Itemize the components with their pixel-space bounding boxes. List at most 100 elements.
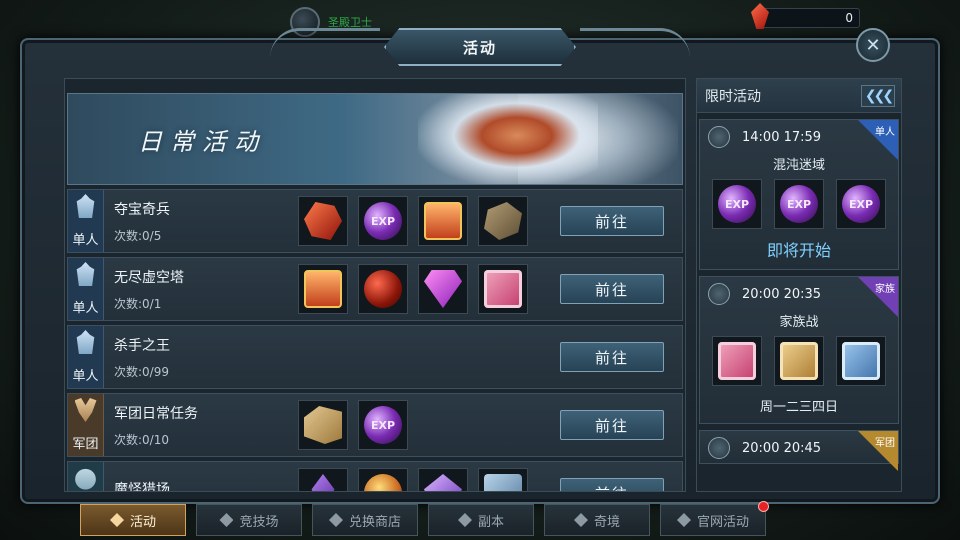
- reward-slot[interactable]: [298, 196, 348, 246]
- go-button[interactable]: 前往: [560, 410, 664, 440]
- reward-slot[interactable]: EXP: [774, 179, 824, 229]
- tab-label: 副本: [477, 514, 504, 530]
- type-label: 单人: [72, 233, 99, 248]
- daily-activity-panel: 日常活动 单人 夺宝奇兵 次数:0/5 EXP 前往 单人 无尽虚空塔 次数:0…: [64, 78, 686, 492]
- exp-orb-icon: EXP: [718, 185, 756, 223]
- amber-icon: [364, 474, 402, 491]
- card-days: 周一二三四日: [759, 400, 838, 415]
- bottom-tab-bar: 活动 竞技场 兑换商店 副本 奇境 官网活动: [80, 501, 769, 536]
- reward-slot[interactable]: [836, 336, 886, 386]
- reward-slot[interactable]: [478, 196, 528, 246]
- gold-gift-icon: [780, 342, 818, 380]
- reward-list: EXP: [298, 196, 528, 246]
- clock-icon: [708, 437, 730, 459]
- flower-icon: [109, 513, 124, 527]
- reward-list: EXP: [298, 400, 408, 450]
- tab-label: 兑换商店: [348, 514, 401, 530]
- activity-name: 魔怪猎场: [114, 482, 170, 492]
- go-button[interactable]: 前往: [560, 342, 664, 372]
- type-badge-legion: 军团: [68, 394, 104, 456]
- reward-slot[interactable]: [478, 264, 528, 314]
- card-rewards: EXP EXP EXP: [700, 179, 898, 235]
- close-icon: ✕: [865, 34, 881, 56]
- clock-icon: [708, 126, 730, 148]
- gift-box-icon: [718, 342, 756, 380]
- go-button[interactable]: 前往: [560, 206, 664, 236]
- activity-row: 单人 夺宝奇兵 次数:0/5 EXP 前往: [67, 189, 683, 253]
- solo-icon: [76, 194, 95, 218]
- timed-activity-card[interactable]: 单人 14:00 17:59 混沌迷域 EXP EXP EXP 即将开始: [699, 119, 899, 270]
- tab-exchange-shop[interactable]: 兑换商店: [312, 504, 418, 536]
- time-range: 14:00 17:59: [742, 129, 822, 145]
- boxes-icon: [304, 406, 342, 444]
- go-button[interactable]: 前往: [560, 274, 664, 304]
- blue-gift-icon: [484, 474, 522, 491]
- reward-slot[interactable]: [418, 264, 468, 314]
- team-icon: [75, 468, 96, 490]
- reward-slot[interactable]: [298, 264, 348, 314]
- clock-icon: [708, 283, 730, 305]
- solo-icon: [76, 330, 95, 354]
- crossed-swords-icon: [219, 513, 234, 527]
- card-title: 家族战: [779, 315, 819, 330]
- red-crystal-icon: [304, 202, 342, 240]
- go-button[interactable]: 前往: [560, 478, 664, 491]
- daily-banner: 日常活动: [67, 93, 683, 185]
- close-button[interactable]: ✕: [856, 28, 890, 62]
- tab-label: 活动: [129, 514, 156, 530]
- card-status: 即将开始: [766, 241, 831, 260]
- reward-slot[interactable]: [418, 196, 468, 246]
- reward-slot[interactable]: [358, 468, 408, 491]
- tab-activity[interactable]: 活动: [80, 504, 186, 536]
- timed-activity-card[interactable]: 军团 20:00 20:45: [699, 430, 899, 471]
- reward-slot[interactable]: [358, 264, 408, 314]
- window-title-plate: 活动: [384, 28, 576, 66]
- tab-dungeon[interactable]: 副本: [428, 504, 534, 536]
- reward-slot[interactable]: [712, 336, 762, 386]
- side-header-label: 限时活动: [705, 88, 761, 105]
- exp-chest-icon: [304, 270, 342, 308]
- tab-wonderland[interactable]: 奇境: [544, 504, 650, 536]
- blue-gift-icon: [842, 342, 880, 380]
- tab-label: 竞技场: [239, 514, 279, 530]
- currency-value: 0: [845, 11, 853, 25]
- reward-slot[interactable]: EXP: [712, 179, 762, 229]
- exp-orb-icon: EXP: [364, 406, 402, 444]
- exp-orb-icon: EXP: [842, 185, 880, 223]
- window-title: 活动: [462, 38, 497, 57]
- tab-label: 奇境: [593, 514, 620, 530]
- tab-arena[interactable]: 竞技场: [196, 504, 302, 536]
- type-badge-solo: 单人: [68, 326, 104, 388]
- reward-slot[interactable]: [774, 336, 824, 386]
- reward-slot[interactable]: EXP: [836, 179, 886, 229]
- activity-name: 军团日常任务: [114, 405, 198, 422]
- frame-wing-left: [270, 28, 380, 58]
- activity-row: 魔怪猎场 前往: [67, 461, 683, 492]
- exp-orb-icon: EXP: [780, 185, 818, 223]
- card-rewards: [700, 336, 898, 392]
- reward-slot[interactable]: EXP: [358, 400, 408, 450]
- type-label: 单人: [72, 301, 99, 316]
- card-title: 混沌迷域: [772, 158, 825, 173]
- tab-official-event[interactable]: 官网活动: [660, 501, 769, 536]
- exp-orb-icon: EXP: [364, 202, 402, 240]
- activity-name: 夺宝奇兵: [114, 201, 170, 218]
- exp-chest-icon: [424, 202, 462, 240]
- legion-icon: [74, 398, 97, 422]
- reward-slot[interactable]: EXP: [358, 196, 408, 246]
- type-label: 单人: [72, 369, 99, 384]
- side-header: 限时活动 ❮❮❮: [697, 79, 901, 113]
- activity-count: 次数:0/5: [114, 228, 162, 243]
- reward-slot[interactable]: [298, 468, 348, 491]
- emblem-icon: [573, 513, 588, 527]
- reward-slot[interactable]: [418, 468, 468, 491]
- tab-label: 官网活动: [696, 514, 749, 530]
- timed-activity-card[interactable]: 家族 20:00 20:35 家族战 周一二三四日: [699, 276, 899, 424]
- type-badge-solo: 单人: [68, 190, 104, 252]
- currency-display: 0: [751, 3, 860, 29]
- reward-slot[interactable]: [478, 468, 528, 491]
- activity-row: 单人 杀手之王 次数:0/99 前往: [67, 325, 683, 389]
- reward-slot[interactable]: [298, 400, 348, 450]
- collapse-button[interactable]: ❮❮❮: [861, 84, 895, 107]
- activity-count: 次数:0/10: [114, 432, 169, 447]
